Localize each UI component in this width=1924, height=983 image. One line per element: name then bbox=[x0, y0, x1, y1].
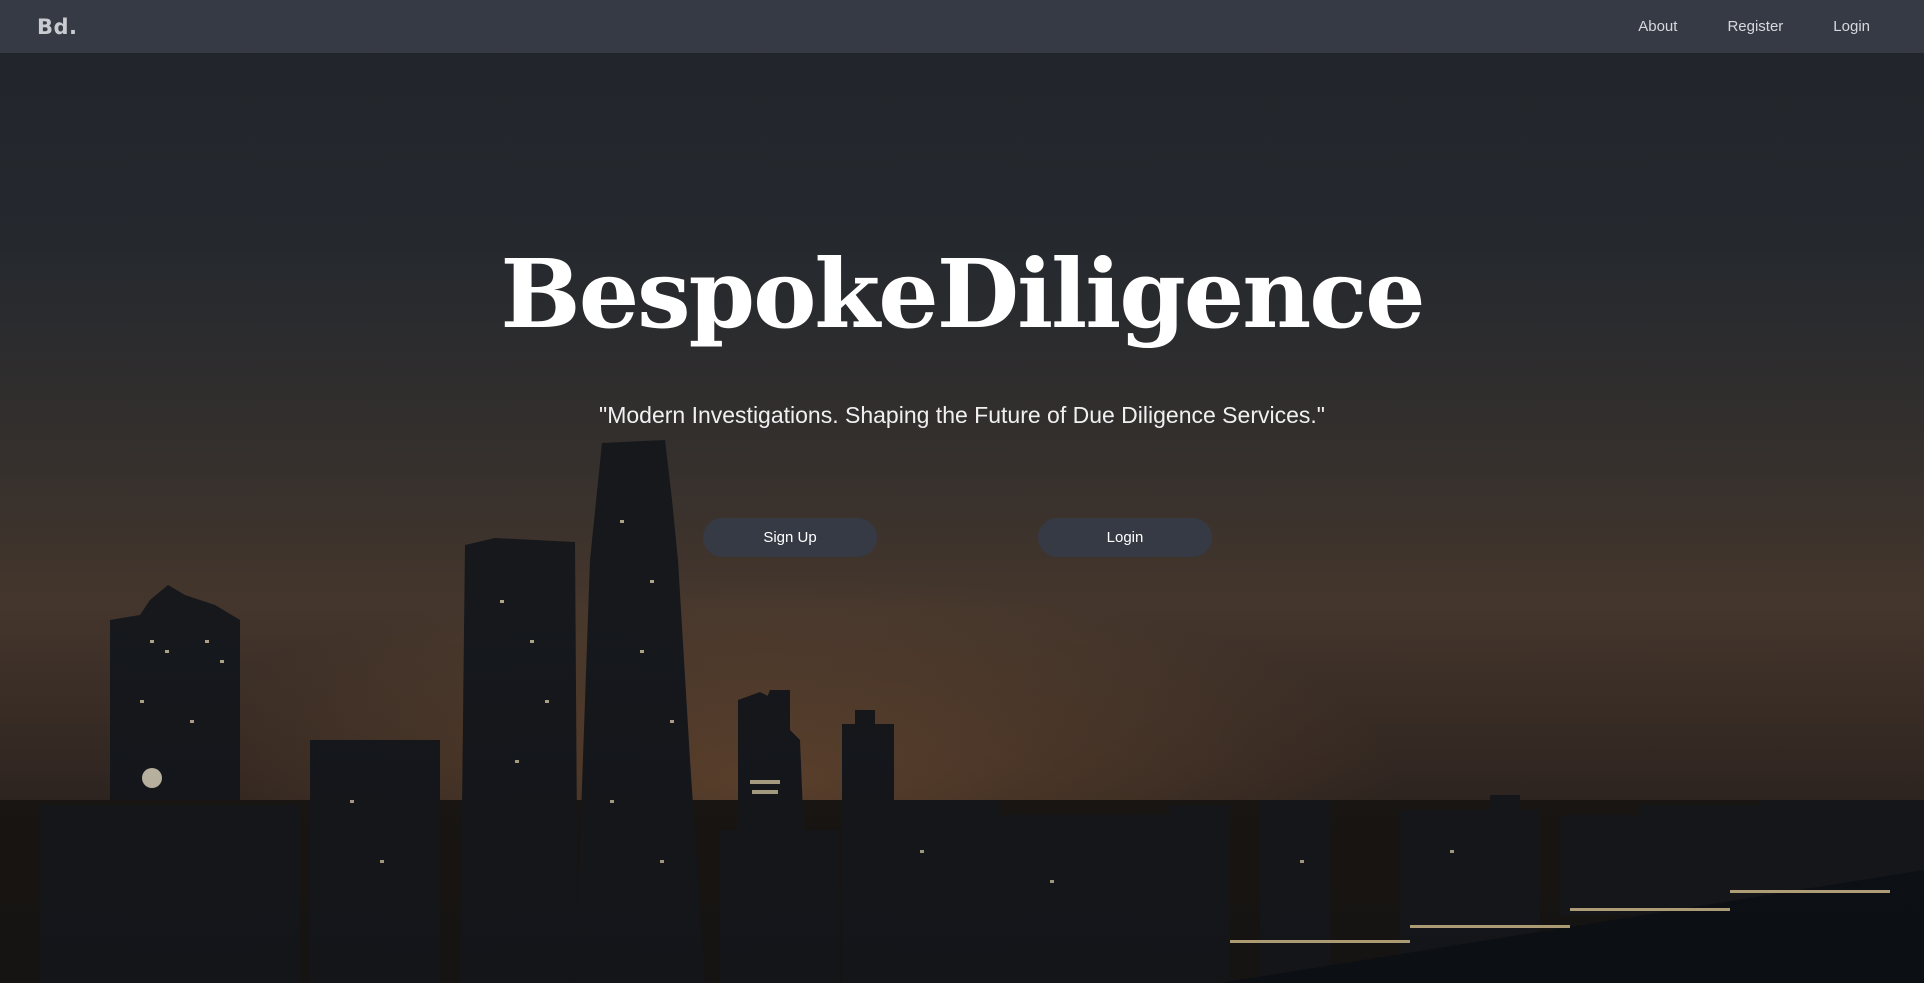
hero-title: BespokeDiligence bbox=[500, 239, 1425, 350]
hero-tagline: "Modern Investigations. Shaping the Futu… bbox=[599, 402, 1325, 428]
top-navbar: Bd. About Register Login bbox=[0, 0, 1924, 53]
nav-link-login[interactable]: Login bbox=[1833, 18, 1870, 35]
hero-content: BespokeDiligence "Modern Investigations.… bbox=[0, 0, 1924, 983]
brand-logo[interactable]: Bd. bbox=[37, 15, 78, 39]
login-button[interactable]: Login bbox=[1038, 518, 1212, 557]
nav-links: About Register Login bbox=[1588, 18, 1870, 35]
nav-link-register[interactable]: Register bbox=[1727, 18, 1783, 35]
nav-link-about[interactable]: About bbox=[1638, 18, 1677, 35]
signup-button[interactable]: Sign Up bbox=[703, 518, 877, 557]
